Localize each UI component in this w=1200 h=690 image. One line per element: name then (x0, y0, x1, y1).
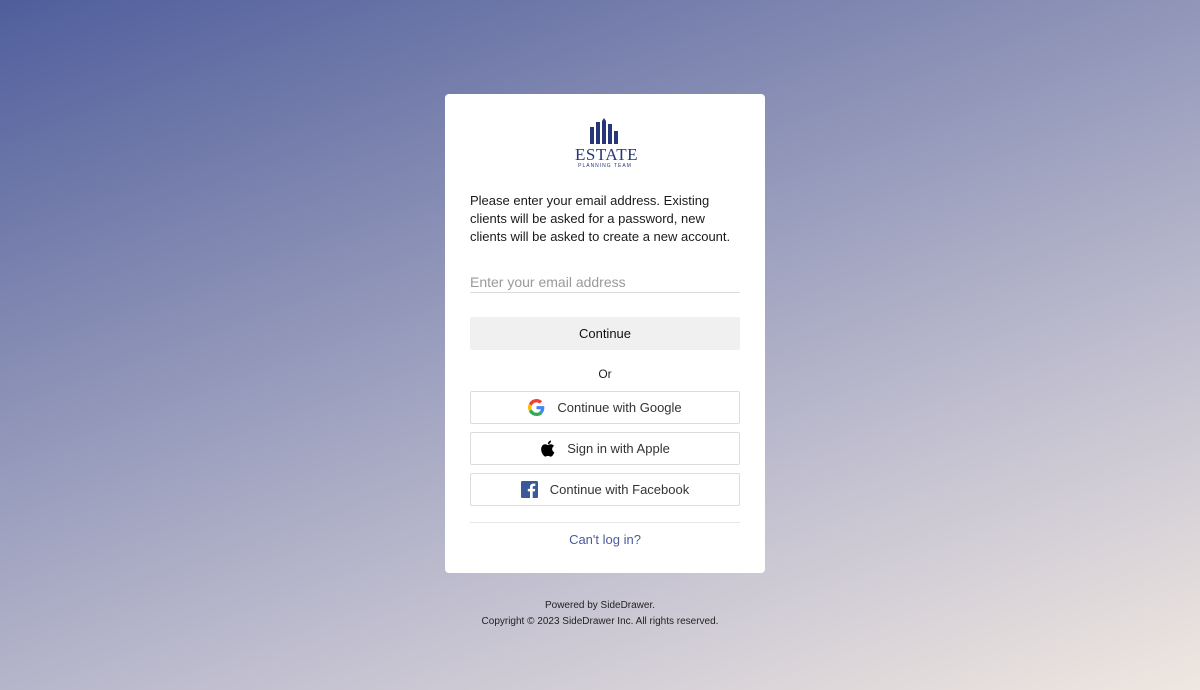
login-card: ESTATE PLANNING TEAM Please enter your e… (445, 94, 765, 573)
google-signin-button[interactable]: Continue with Google (470, 391, 740, 424)
logo-subtitle: PLANNING TEAM (578, 163, 632, 169)
powered-by-text: Powered by SideDrawer. (544, 600, 656, 611)
intro-text: Please enter your email address. Existin… (470, 193, 731, 244)
apple-icon (540, 440, 555, 457)
divider (470, 522, 740, 523)
facebook-signin-button[interactable]: Continue with Facebook (470, 473, 740, 506)
building-logo-icon (590, 118, 618, 144)
email-input[interactable] (470, 272, 740, 293)
google-icon (528, 399, 545, 416)
estate-planning-logo: ESTATE PLANNING TEAM (575, 118, 639, 169)
cant-login-link[interactable]: Can't log in? (445, 532, 765, 547)
or-separator: Or (598, 367, 612, 381)
google-button-label: Continue with Google (557, 400, 682, 415)
apple-button-label: Sign in with Apple (567, 441, 670, 456)
apple-signin-button[interactable]: Sign in with Apple (470, 432, 740, 465)
footer: Powered by SideDrawer. Copyright © 2023 … (0, 598, 1200, 630)
copyright-text: Copyright © 2023 SideDrawer Inc. All rig… (481, 616, 719, 627)
facebook-icon (520, 481, 538, 498)
continue-button[interactable]: Continue (470, 317, 740, 350)
facebook-button-label: Continue with Facebook (549, 482, 690, 497)
logo-wordmark: ESTATE (575, 145, 639, 164)
